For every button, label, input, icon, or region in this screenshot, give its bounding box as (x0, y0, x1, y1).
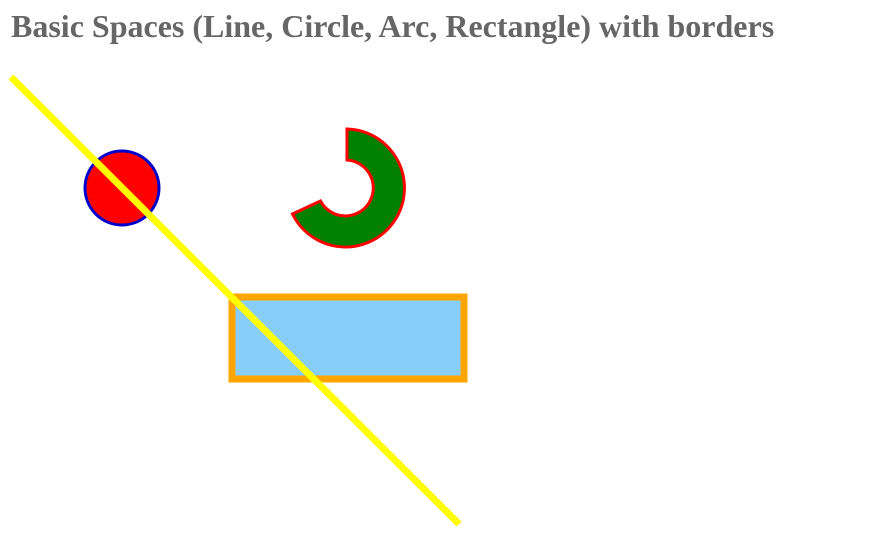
shapes-canvas (8, 74, 468, 527)
rectangle-shape (228, 293, 468, 383)
arc-shape (290, 127, 406, 249)
